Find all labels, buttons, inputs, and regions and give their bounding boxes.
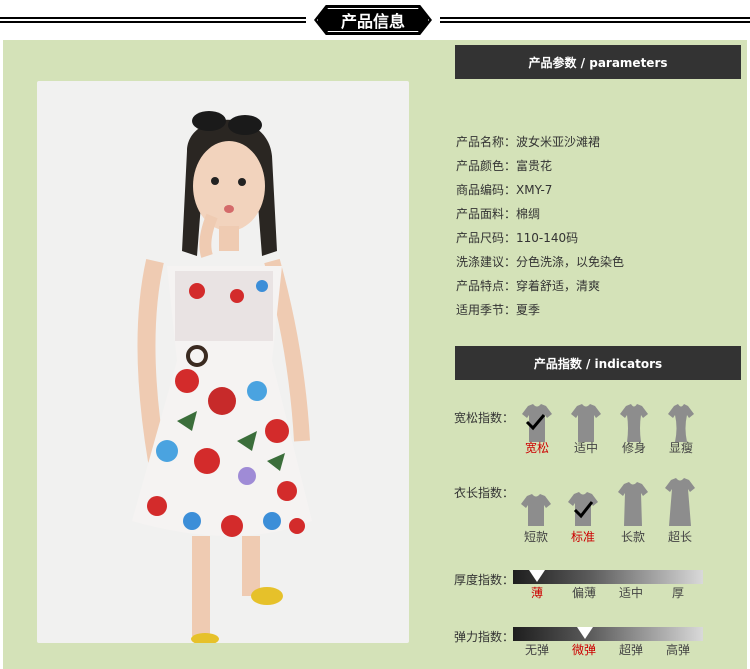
- header-rule-right-2: [440, 21, 750, 23]
- section-title: 产品信息: [340, 12, 405, 31]
- length-label: 衣长指数：: [454, 486, 515, 500]
- header-rule-left: [0, 17, 306, 19]
- param-fabric: 产品面料：棉绸: [456, 207, 541, 221]
- long-length-icon: [616, 482, 650, 526]
- thickness-option-4: 厚: [671, 586, 684, 600]
- girl-in-floral-dress-image: [132, 111, 312, 643]
- elasticity-option-1: 无弹: [524, 643, 549, 657]
- thickness-option-1: 薄: [530, 586, 543, 600]
- short-length-icon: [519, 494, 553, 528]
- param-size: 产品尺码：110-140码: [456, 231, 579, 245]
- param-season: 适用季节：夏季: [456, 303, 541, 317]
- product-photo: [37, 81, 409, 643]
- section-header: 产品信息: [0, 0, 750, 40]
- indicators-heading-bar: 产品指数 / indicators: [455, 346, 741, 380]
- length-option-2: 标准: [570, 530, 595, 544]
- looseness-option-2: 适中: [573, 441, 598, 455]
- parameters-heading-bar: 产品参数 / parameters: [455, 45, 741, 79]
- indicators-heading: 产品指数 / indicators: [533, 356, 663, 371]
- thickness-label: 厚度指数：: [454, 573, 515, 587]
- section-title-badge: 产品信息: [314, 5, 432, 35]
- param-color: 产品颜色：富贵花: [456, 159, 553, 173]
- elasticity-option-3: 超弹: [618, 643, 643, 657]
- length-option-1: 短款: [523, 530, 548, 544]
- parameters-heading: 产品参数 / parameters: [528, 55, 668, 70]
- elasticity-option-2: 微弹: [571, 643, 596, 657]
- length-option-3: 长款: [620, 530, 645, 544]
- header-rule-right: [440, 17, 750, 19]
- elasticity-label: 弹力指数：: [454, 630, 515, 644]
- looseness-option-1: 宽松: [524, 441, 549, 455]
- length-option-4: 超长: [667, 530, 692, 544]
- extra-long-length-icon: [663, 478, 697, 528]
- elasticity-option-4: 高弹: [665, 643, 690, 657]
- looseness-option-3: 修身: [621, 441, 646, 455]
- looseness-option-4: 显瘦: [668, 441, 693, 455]
- elasticity-gauge: [513, 627, 703, 641]
- param-wash: 洗涤建议：分色洗涤，以免染色: [456, 255, 625, 269]
- product-info-panel: 产品参数 / parameters 产品名称：波女米亚沙滩裙 产品颜色：富贵花 …: [3, 40, 747, 669]
- param-code: 商品编码：XMY-7: [456, 183, 553, 197]
- thickness-option-3: 适中: [618, 586, 643, 600]
- thickness-option-2: 偏薄: [571, 586, 596, 600]
- param-name: 产品名称：波女米亚沙滩裙: [456, 135, 601, 149]
- header-rule-left-2: [0, 21, 306, 23]
- looseness-label: 宽松指数：: [454, 411, 515, 425]
- standard-length-icon: [566, 492, 600, 528]
- param-feature: 产品特点：穿着舒适，清爽: [456, 279, 601, 293]
- thickness-marker-icon: [529, 570, 545, 582]
- elasticity-marker-icon: [577, 627, 593, 639]
